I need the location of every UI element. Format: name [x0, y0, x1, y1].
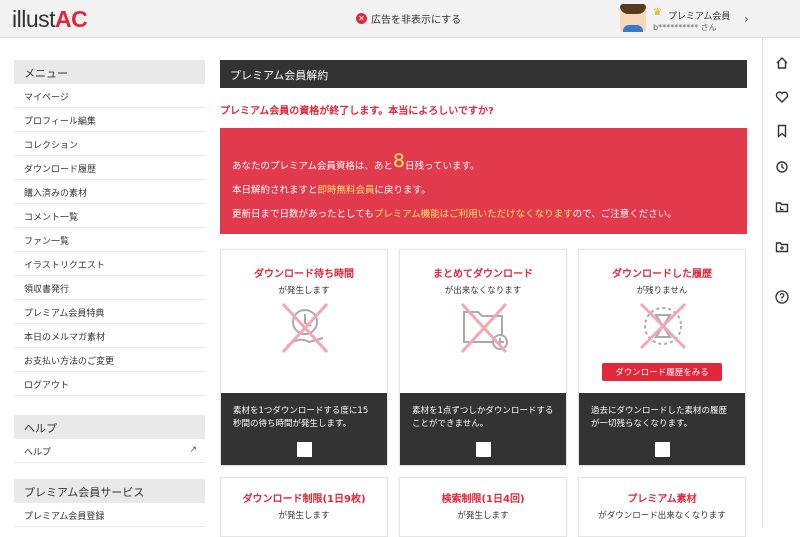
help-icon[interactable] — [775, 290, 789, 304]
sidebar-menu-item[interactable]: コレクション — [14, 132, 205, 156]
feature-cards: ダウンロード待ち時間 が発生します 素材を1つダウンロードする度に15秒間の待ち… — [220, 249, 747, 466]
sidebar-item-label: ファン一覧 — [24, 237, 70, 247]
site-logo[interactable]: illustAC — [12, 6, 88, 33]
add-folder-icon[interactable] — [775, 240, 789, 254]
sidebar-item-label: お支払い方法のご変更 — [24, 357, 115, 367]
logo-text: illust — [12, 6, 56, 32]
hide-ads-label: 広告を非表示にする — [371, 15, 462, 26]
user-menu[interactable]: ♛ プレミアム会員 b********** さん — [620, 4, 760, 34]
card-title: まとめてダウンロード — [433, 269, 533, 280]
sidebar-item-label: プレミアム会員登録 — [24, 512, 105, 522]
sidebar-menu-item[interactable]: イラストリクエスト — [14, 252, 205, 276]
sidebar-item-label: プレミアム会員特典 — [24, 309, 105, 319]
home-icon[interactable] — [775, 56, 789, 70]
sidebar-menu-item[interactable]: 購入済みの素材 — [14, 180, 205, 204]
sidebar-item-label: コレクション — [24, 141, 79, 151]
close-icon: ✕ — [356, 13, 367, 24]
card-title: ダウンロード制限(1日9枚) — [242, 494, 366, 505]
card-title: プレミアム素材 — [627, 494, 697, 505]
checkbox[interactable] — [476, 442, 491, 457]
crown-icon: ♛ — [653, 7, 662, 18]
alert-highlight: プレミアム機能はご利用いただけなくなります — [373, 209, 573, 220]
checkbox[interactable] — [297, 442, 312, 457]
chevron-right-icon[interactable]: › — [744, 12, 749, 26]
right-rail — [762, 38, 800, 528]
alert-text: 本日解約されますと — [232, 185, 318, 196]
card-download-limit: ダウンロード制限(1日9枚) が発生します — [220, 477, 388, 537]
card-search-limit: 検索制限(1日4回) が発生します — [399, 477, 567, 537]
sidebar-item-label: イラストリクエスト — [24, 261, 105, 271]
card-subtitle: が発生します — [278, 286, 330, 296]
avatar — [620, 4, 646, 32]
sidebar-menu-item[interactable]: ファン一覧 — [14, 228, 205, 252]
alert-text: 更新日まで日数があったとしても — [232, 209, 374, 220]
user-name: b********** さん — [653, 23, 717, 32]
hide-ads-link[interactable]: ✕ 広告を非表示にする — [356, 11, 461, 26]
alert-text: あなたのプレミアム会員資格は、あと — [232, 161, 393, 172]
card-wait-time: ダウンロード待ち時間 が発生します 素材を1つダウンロードする度に15秒間の待ち… — [220, 249, 388, 466]
user-label: プレミアム会員 — [668, 12, 731, 22]
alert-text: 日残っています。 — [404, 161, 480, 172]
folder-add-icon — [460, 302, 508, 354]
bookmark-icon[interactable] — [775, 124, 789, 138]
sidebar-menu-item[interactable]: 本日のメルマガ素材 — [14, 324, 205, 348]
top-bar: illustAC ✕ 広告を非表示にする ♛ プレミアム会員 b*********… — [0, 0, 800, 38]
alert-text: ので、ご注意ください。 — [572, 209, 677, 220]
card-title: 検索制限(1日4回) — [441, 494, 525, 505]
menu-heading: メニュー — [14, 60, 205, 84]
sidebar-menu-item[interactable]: ダウンロード履歴 — [14, 156, 205, 180]
sidebar-item-label: コメント一覧 — [24, 213, 79, 223]
sidebar-menu-item[interactable]: ログアウト — [14, 372, 205, 396]
sidebar-item-help[interactable]: ヘルプ ↗ — [14, 439, 205, 463]
card-title: ダウンロードした履歴 — [612, 269, 712, 280]
history-icon[interactable] — [775, 160, 789, 174]
sidebar-item-label: ヘルプ — [24, 448, 52, 458]
alert-text: に戻ります。 — [374, 185, 431, 196]
card-subtitle: が残りません — [636, 286, 688, 296]
sidebar-menu-item[interactable]: 領収書発行 — [14, 276, 205, 300]
sidebar-menu-item[interactable]: マイページ — [14, 84, 205, 108]
card-subtitle: が発生します — [278, 511, 330, 521]
card-premium-material: プレミアム素材がダウンロード出来なくなります — [578, 477, 746, 537]
sidebar-item-label: プロフィール編集 — [24, 117, 96, 127]
days-remaining: 8 — [392, 150, 405, 172]
clock-icon — [281, 302, 329, 354]
sidebar-item-label: マイページ — [24, 93, 69, 103]
help-heading: ヘルプ — [14, 415, 205, 439]
alert-box: あなたのプレミアム会員資格は、あと 8 日残っています。 本日解約されますと 即時無料… — [220, 128, 747, 234]
sidebar-item-premium-register[interactable]: プレミアム会員登録 — [14, 503, 205, 527]
card-bulk-download: まとめてダウンロード が出来なくなります 素材を1点ずつしかダウンロードすること… — [399, 249, 567, 466]
sidebar-menu-item[interactable]: プレミアム会員特典 — [14, 300, 205, 324]
card-subtitle: が発生します — [457, 511, 509, 521]
heart-icon[interactable] — [775, 90, 789, 104]
sidebar-menu-item[interactable]: お支払い方法のご変更 — [14, 348, 205, 372]
sidebar: メニュー マイページプロフィール編集 コレクションダウンロード履歴 購入済みの素材コ… — [14, 60, 205, 527]
download-folder-icon[interactable] — [775, 200, 789, 214]
card-title: ダウンロード待ち時間 — [254, 269, 354, 280]
logo-ac: AC — [55, 6, 88, 32]
external-link-icon: ↗ — [189, 445, 197, 455]
checkbox[interactable] — [655, 442, 670, 457]
confirm-message: プレミアム会員の資格が終了します。本当によろしいですか? — [220, 106, 494, 117]
sidebar-item-label: ログアウト — [24, 381, 70, 391]
sidebar-menu-item[interactable]: コメント一覧 — [14, 204, 205, 228]
alert-highlight: 即時無料会員 — [317, 185, 375, 196]
sidebar-menu-item[interactable]: プロフィール編集 — [14, 108, 205, 132]
page-title: プレミアム会員解約 — [220, 60, 747, 88]
view-history-button[interactable]: ダウンロード履歴をみる — [602, 363, 722, 381]
card-subtitle: がダウンロード出来なくなります — [598, 511, 726, 521]
sidebar-item-label: 本日のメルマガ素材 — [24, 333, 106, 343]
main-content: プレミアム会員解約 プレミアム会員の資格が終了します。本当によろしいですか? あ… — [220, 60, 747, 537]
sidebar-item-label: 購入済みの素材 — [24, 189, 88, 199]
sidebar-item-label: 領収書発行 — [24, 285, 70, 295]
feature-cards-row2: ダウンロード制限(1日9枚) が発生します 検索制限(1日4回) が発生します プレ… — [220, 477, 747, 537]
card-subtitle: が出来なくなります — [444, 286, 522, 296]
card-download-history: ダウンロードした履歴 が残りません ダウンロード履歴をみる 過去にダウンロードし… — [578, 249, 746, 466]
hourglass-icon — [639, 302, 687, 350]
sidebar-item-label: ダウンロード履歴 — [24, 165, 97, 175]
premium-heading: プレミアム会員サービス — [14, 479, 205, 503]
